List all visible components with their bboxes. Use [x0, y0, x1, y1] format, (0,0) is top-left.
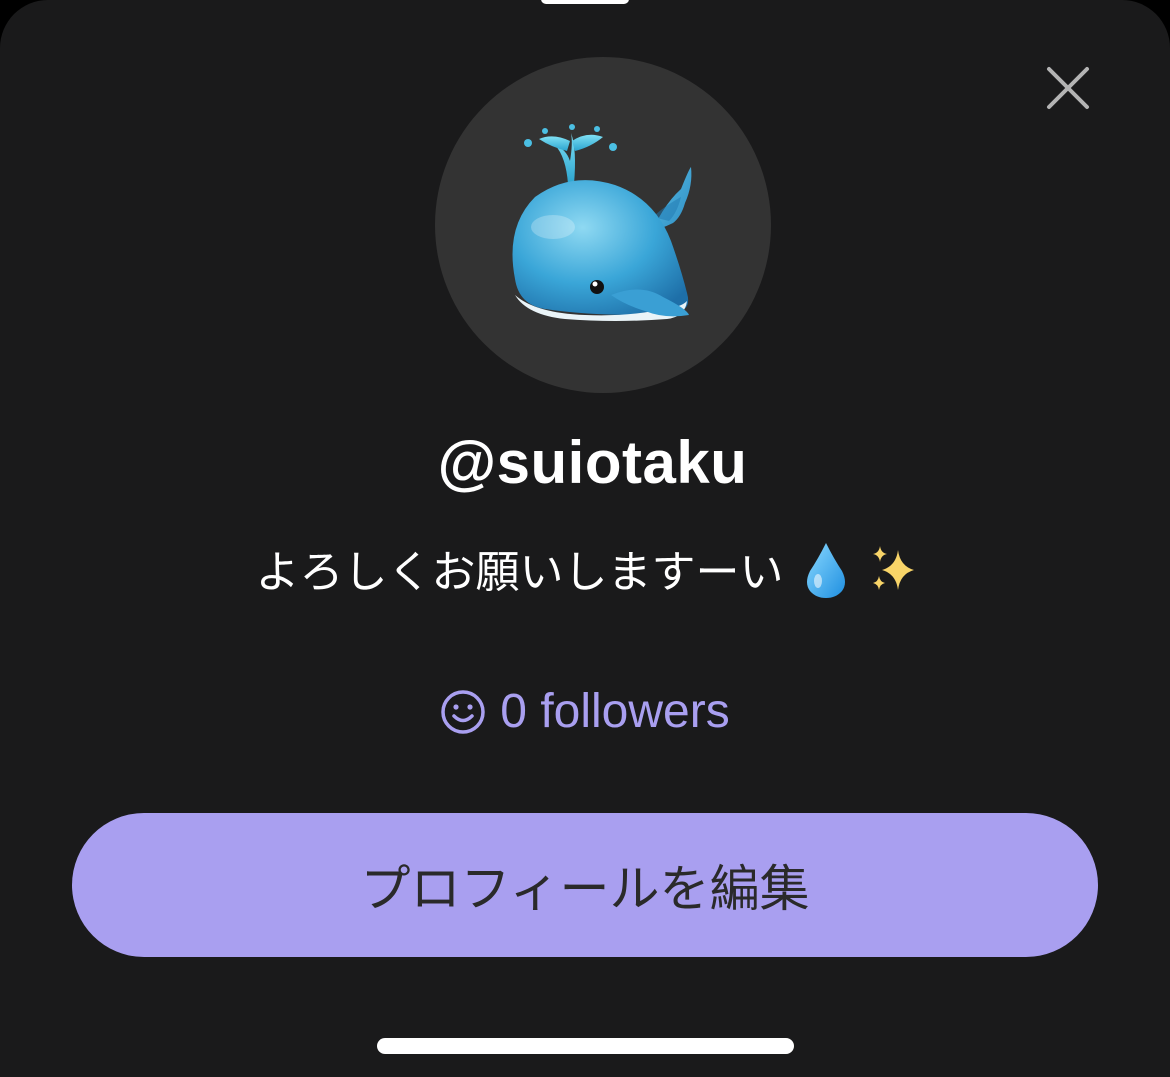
- edit-profile-button[interactable]: プロフィールを編集: [72, 813, 1098, 957]
- username: @suiotaku: [437, 429, 748, 496]
- close-button[interactable]: [1036, 56, 1100, 120]
- droplet-icon: [804, 541, 848, 610]
- smile-icon: [441, 689, 486, 734]
- bio: よろしくお願いしますーい: [0, 536, 1170, 610]
- profile-sheet: @suiotaku よろしくお願いしますーい 0 followers プロフィー…: [0, 0, 1170, 1077]
- followers-link[interactable]: 0 followers: [0, 684, 1170, 739]
- bio-text: よろしくお願いしますーい: [255, 547, 784, 598]
- sparkles-icon: [868, 544, 920, 607]
- spouting-whale-icon: [512, 124, 692, 321]
- close-icon: [1047, 67, 1089, 109]
- edit-profile-label: プロフィールを編集: [360, 860, 810, 918]
- avatar[interactable]: [435, 57, 771, 393]
- home-indicator[interactable]: [377, 1038, 794, 1054]
- sheet-top-handle[interactable]: [541, 0, 629, 4]
- followers-count: 0 followers: [500, 685, 730, 738]
